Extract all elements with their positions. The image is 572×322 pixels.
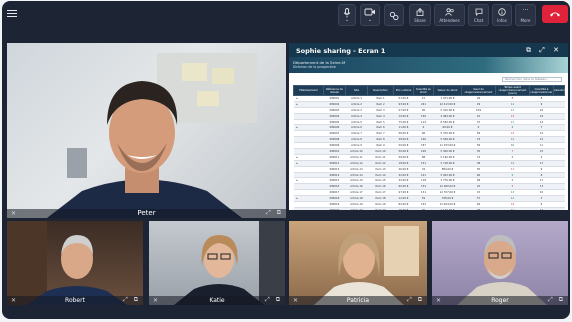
tile-actions[interactable]: ⤢ ⧉	[265, 296, 282, 304]
more-label: More	[520, 18, 531, 23]
chat-icon	[475, 8, 482, 16]
share-footer	[289, 210, 568, 218]
share-title: Sophie sharing - Ecran 1	[296, 47, 386, 55]
participant-tile[interactable]: ✕ Roger ⤢ ⧉	[432, 221, 568, 305]
column-header[interactable]: Etablissement	[293, 85, 324, 96]
infos-button[interactable]: Infos	[492, 4, 512, 26]
menu-icon[interactable]	[7, 10, 17, 18]
participant-tile[interactable]: ✕ Patricia ⤢ ⧉	[289, 221, 427, 305]
share-window-controls[interactable]: ⧉ ⤢ ✕	[526, 46, 562, 55]
column-header[interactable]: Description	[367, 85, 394, 96]
table-body: ▸ IDN001 Article 1 Item 1 51.00 €21 1 071.00 …	[293, 95, 565, 218]
column-header[interactable]: Seuil de réapprovisionnement	[461, 85, 496, 96]
share-icon	[416, 8, 424, 16]
table-search-input[interactable]: Rechercher dans le tableau...	[502, 77, 562, 82]
participant-tile[interactable]: ✕ Robert ⤢ ⧉	[7, 221, 143, 305]
more-icon: ···	[522, 7, 529, 14]
attendees-label: Attendees	[439, 18, 460, 23]
microphone-button[interactable]: ⌄	[338, 4, 356, 26]
tile-actions[interactable]: ⤢ ⧉	[407, 296, 424, 304]
tile-actions[interactable]: ⤢ ⧉	[266, 209, 283, 217]
meeting-window: ⌄ ⌄ Share Attendees Chat Infos ··· More	[2, 1, 570, 319]
column-header[interactable]: Temps avant réapprovisionnement (jours)	[495, 85, 530, 96]
speaker-video	[47, 53, 257, 218]
column-header[interactable]: Site	[345, 85, 368, 96]
participant-video	[314, 226, 419, 305]
participant-video	[7, 221, 127, 305]
attendees-button[interactable]: Attendees	[434, 4, 465, 26]
column-header[interactable]: Référence du dossier	[323, 85, 346, 96]
share-button[interactable]: Share	[409, 4, 431, 26]
more-button[interactable]: ··· More	[515, 4, 536, 26]
column-header[interactable]: Quantité en stock	[413, 85, 434, 96]
camera-icon	[364, 8, 375, 16]
participant-video	[174, 221, 285, 305]
hang-up-button[interactable]	[542, 5, 568, 23]
chat-label: Chat	[473, 18, 484, 23]
column-header[interactable]: Prix unitaire	[393, 85, 414, 96]
column-header[interactable]: Abandonner	[553, 85, 568, 96]
main-speaker-tile[interactable]: ✕ Peter ⤢ ⧉	[7, 43, 286, 218]
column-header[interactable]: Valeur du stock	[433, 85, 462, 96]
attendees-icon	[444, 8, 454, 16]
chat-button[interactable]: Chat	[468, 4, 489, 26]
stock-table: Etablissement Référence du dossier Site Des…	[293, 85, 568, 218]
participant-tile[interactable]: ✕ Katie ⤢ ⧉	[149, 221, 285, 305]
info-icon	[498, 8, 506, 16]
chevron-down-icon[interactable]: ⌄	[368, 18, 372, 23]
participant-name: Peter	[137, 209, 156, 217]
infos-label: Infos	[497, 18, 507, 23]
tile-actions[interactable]: ⤢ ⧉	[123, 296, 140, 304]
column-header[interactable]: Quantité à réapprovisionner	[529, 85, 554, 96]
effects-button[interactable]	[384, 4, 404, 26]
document-subtitle: Direction de la prospective	[293, 65, 336, 69]
background-effects-icon	[389, 11, 399, 21]
table-header-row: Etablissement Référence du dossier Site Des…	[293, 85, 568, 96]
camera-button[interactable]: ⌄	[360, 4, 380, 26]
share-label: Share	[414, 18, 426, 23]
screen-share-panel[interactable]: Sophie sharing - Ecran 1 ⧉ ⤢ ✕ Départeme…	[289, 43, 568, 218]
chevron-down-icon[interactable]: ⌄	[345, 18, 349, 23]
phone-hangup-icon	[550, 12, 560, 17]
participant-video	[457, 235, 547, 305]
tile-actions[interactable]: ⤢ ⧉	[548, 296, 565, 304]
